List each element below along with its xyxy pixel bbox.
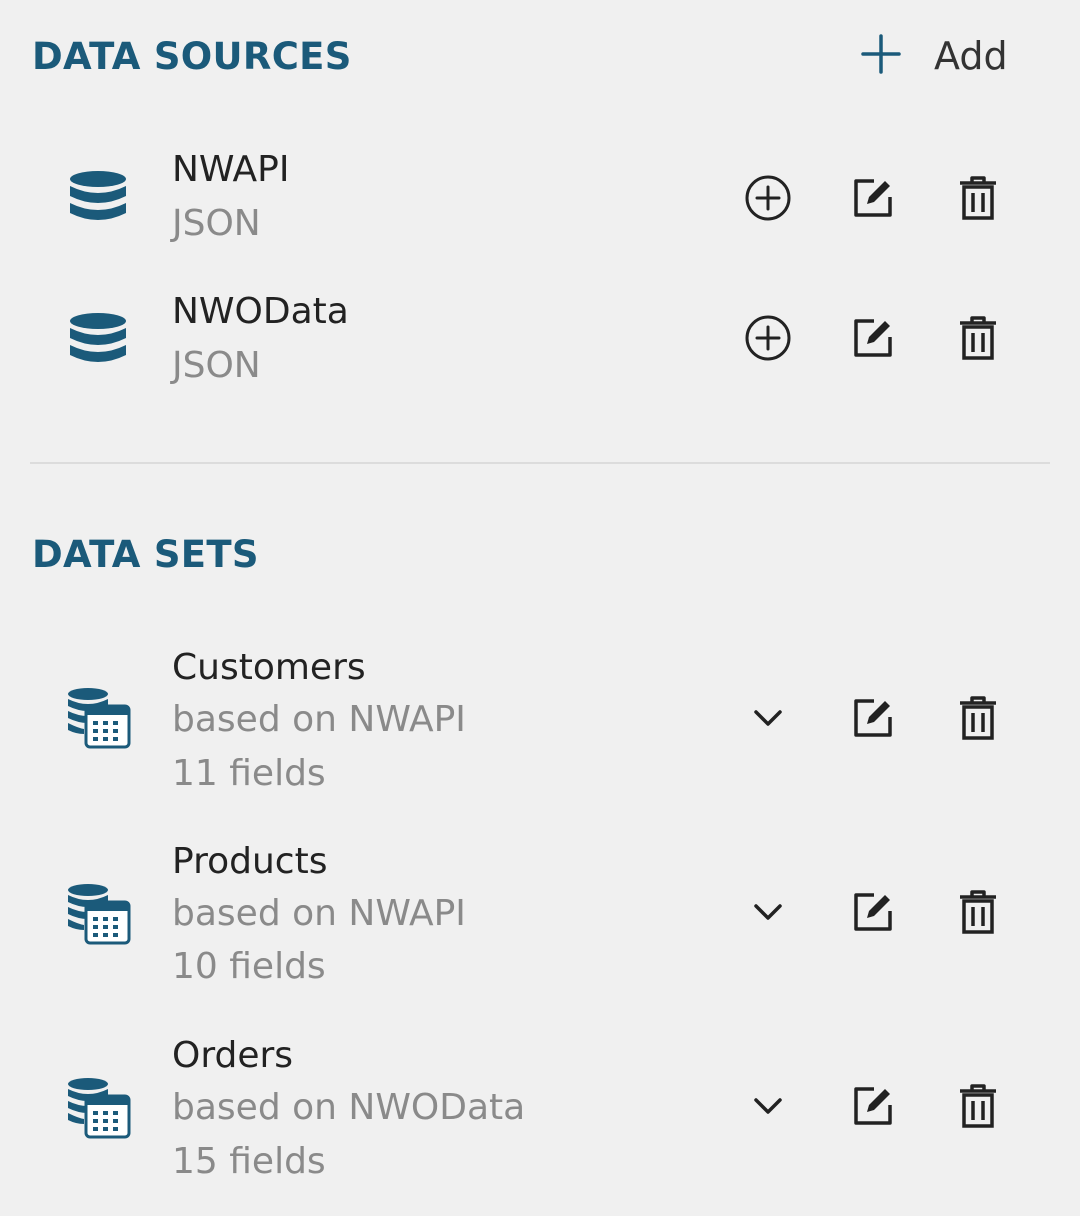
data-set-item[interactable]: Products based on NWAPI 10 fields <box>0 834 1080 1004</box>
dataset-icon <box>66 1078 132 1144</box>
data-set-fields: 10 fields <box>172 946 326 987</box>
data-source-name: NWAPI <box>172 149 290 190</box>
delete-icon[interactable] <box>950 690 1006 746</box>
data-set-based-on: based on NWAPI <box>172 699 466 740</box>
add-label: Add <box>934 34 1008 78</box>
database-icon <box>66 170 130 234</box>
data-set-item[interactable]: Customers based on NWAPI 11 fields <box>0 640 1080 810</box>
edit-icon[interactable] <box>845 310 901 366</box>
chevron-down-icon[interactable] <box>740 884 796 940</box>
chevron-down-icon[interactable] <box>740 1078 796 1134</box>
data-source-name: NWOData <box>172 291 349 332</box>
edit-icon[interactable] <box>845 884 901 940</box>
data-set-fields: 15 fields <box>172 1141 326 1182</box>
data-sources-title: DATA SOURCES <box>32 35 352 78</box>
delete-icon[interactable] <box>950 884 1006 940</box>
edit-icon[interactable] <box>845 170 901 226</box>
data-set-item[interactable]: Orders based on NWOData 15 fields <box>0 1028 1080 1198</box>
data-set-name: Products <box>172 841 328 882</box>
chevron-down-icon[interactable] <box>740 690 796 746</box>
data-set-based-on: based on NWOData <box>172 1087 526 1128</box>
delete-icon[interactable] <box>950 1078 1006 1134</box>
edit-icon[interactable] <box>845 1078 901 1134</box>
delete-icon[interactable] <box>950 310 1006 366</box>
data-source-type: JSON <box>172 345 261 386</box>
database-icon <box>66 312 130 376</box>
dataset-icon <box>66 688 132 754</box>
add-circle-icon[interactable] <box>740 310 796 366</box>
data-sets-title: DATA SETS <box>32 533 259 576</box>
dataset-icon <box>66 884 132 950</box>
add-circle-icon[interactable] <box>740 170 796 226</box>
delete-icon[interactable] <box>950 170 1006 226</box>
data-source-type: JSON <box>172 203 261 244</box>
data-source-item[interactable]: NWAPI JSON <box>0 140 1080 260</box>
data-set-based-on: based on NWAPI <box>172 893 466 934</box>
data-set-name: Orders <box>172 1035 294 1076</box>
plus-icon <box>860 33 902 79</box>
data-source-item[interactable]: NWOData JSON <box>0 280 1080 400</box>
data-set-fields: 11 fields <box>172 753 326 794</box>
edit-icon[interactable] <box>845 690 901 746</box>
section-divider <box>30 462 1050 464</box>
add-data-source-button[interactable]: Add <box>860 30 1008 82</box>
data-set-name: Customers <box>172 647 366 688</box>
